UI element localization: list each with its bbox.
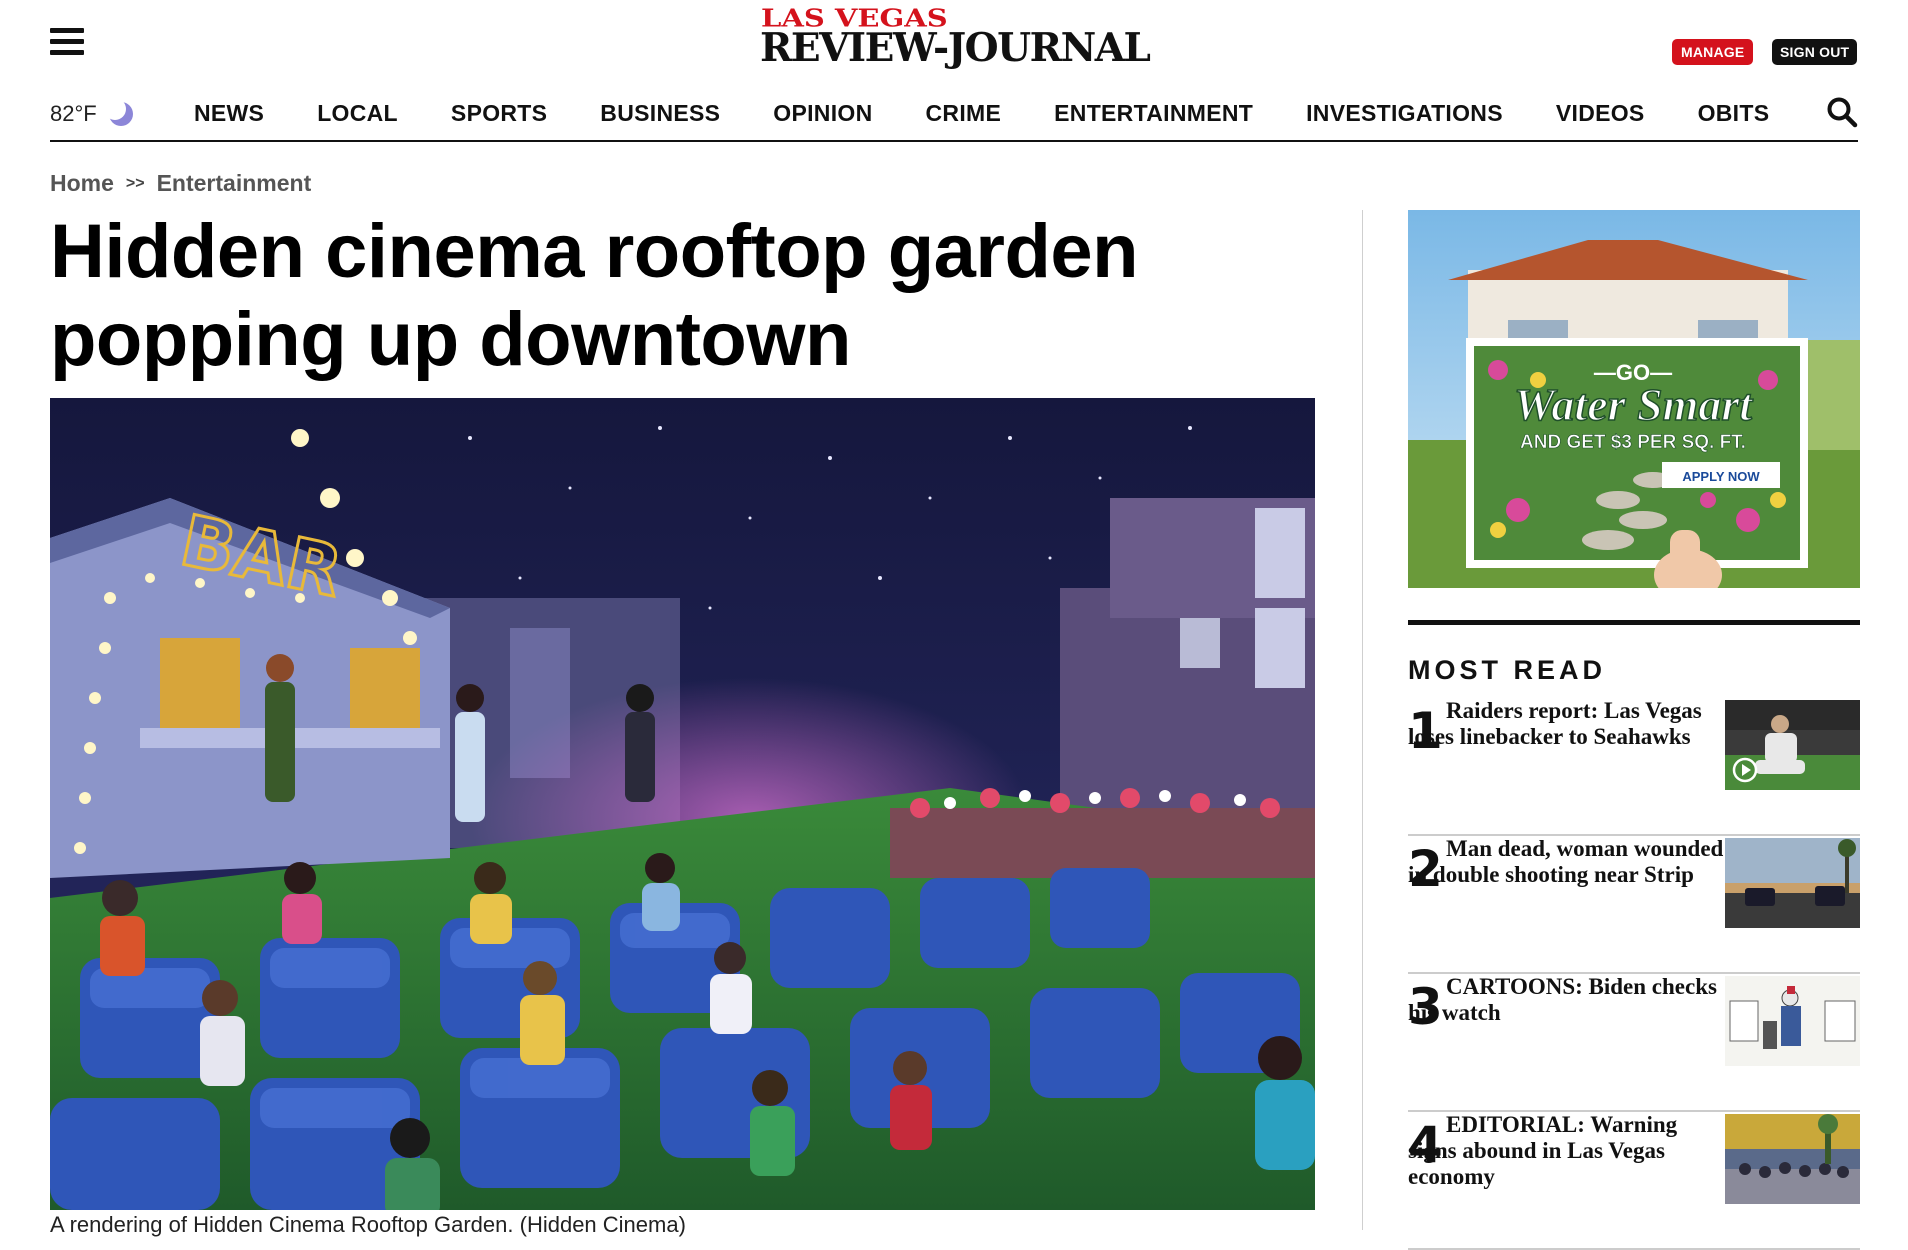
most-read-title: MOST READ xyxy=(1408,655,1606,685)
most-read-headline[interactable]: EDITORIAL: Warning signs abound in Las V… xyxy=(1408,1112,1726,1190)
most-read-headline[interactable]: Man dead, woman wounded in double shooti… xyxy=(1408,836,1726,888)
nav-item-opinion[interactable]: OPINION xyxy=(773,100,872,127)
hamburger-menu-icon[interactable] xyxy=(50,28,84,56)
ad-brand-text: Water Smart xyxy=(1514,379,1753,430)
temperature: 82°F xyxy=(50,101,97,126)
search-icon[interactable] xyxy=(1826,96,1858,128)
breadcrumb: Home >> Entertainment xyxy=(50,170,311,197)
most-read-rule xyxy=(1408,620,1860,625)
breadcrumb-entertainment[interactable]: Entertainment xyxy=(157,170,312,197)
sign-out-button[interactable]: SIGN OUT xyxy=(1772,39,1858,65)
most-read-thumbnail[interactable] xyxy=(1725,838,1860,928)
ad-apply-button[interactable]: APPLY NOW xyxy=(1682,469,1760,484)
advertisement[interactable]: —GO— Water Smart AND GET $3 PER SQ. FT. … xyxy=(1408,210,1860,588)
most-read-thumbnail[interactable] xyxy=(1725,976,1860,1066)
most-read-headline[interactable]: CARTOONS: Biden checks his watch xyxy=(1408,974,1726,1026)
most-read-item[interactable]: 3 CARTOONS: Biden checks his watch xyxy=(1408,974,1860,1112)
nav-item-videos[interactable]: VIDEOS xyxy=(1556,100,1645,127)
most-read-thumbnail[interactable] xyxy=(1725,1114,1860,1204)
nav-items: NEWS LOCAL SPORTS BUSINESS OPINION CRIME… xyxy=(194,100,1822,127)
image-caption: A rendering of Hidden Cinema Rooftop Gar… xyxy=(50,1212,686,1237)
main-nav: 82°F NEWS LOCAL SPORTS BUSINESS OPINION … xyxy=(50,88,1858,142)
column-divider xyxy=(1362,210,1363,1230)
most-read-headline[interactable]: Raiders report: Las Vegas loses lineback… xyxy=(1408,698,1726,750)
nav-item-crime[interactable]: CRIME xyxy=(926,100,1002,127)
most-read-item[interactable]: 1 Raiders report: Las Vegas loses lineba… xyxy=(1408,698,1860,836)
moon-icon xyxy=(103,98,135,128)
article-hero-image[interactable]: BAR xyxy=(50,398,1315,1210)
breadcrumb-home[interactable]: Home xyxy=(50,170,114,197)
nav-item-sports[interactable]: SPORTS xyxy=(451,100,547,127)
nav-item-news[interactable]: NEWS xyxy=(194,100,264,127)
nav-item-business[interactable]: BUSINESS xyxy=(600,100,720,127)
most-read-item[interactable]: 2 Man dead, woman wounded in double shoo… xyxy=(1408,836,1860,974)
article-headline: Hidden cinema rooftop garden popping up … xyxy=(50,209,1139,382)
most-read-item[interactable]: 4 EDITORIAL: Warning signs abound in Las… xyxy=(1408,1112,1860,1250)
manage-button[interactable]: MANAGE xyxy=(1672,39,1754,65)
logo-line-1: LAS VEGAS xyxy=(761,3,948,33)
most-read-list: 1 Raiders report: Las Vegas loses lineba… xyxy=(1408,698,1860,1250)
nav-item-entertainment[interactable]: ENTERTAINMENT xyxy=(1054,100,1253,127)
nav-item-investigations[interactable]: INVESTIGATIONS xyxy=(1306,100,1503,127)
nav-item-local[interactable]: LOCAL xyxy=(317,100,398,127)
ad-offer-text: AND GET $3 PER SQ. FT. xyxy=(1520,432,1746,453)
breadcrumb-separator: >> xyxy=(125,174,145,192)
nav-item-obits[interactable]: OBITS xyxy=(1698,100,1770,127)
most-read-thumbnail[interactable] xyxy=(1725,700,1860,790)
site-logo[interactable]: LAS VEGAS REVIEW-JOURNAL xyxy=(760,6,1155,68)
weather-widget[interactable]: 82°F xyxy=(50,98,135,128)
logo-line-2: REVIEW-JOURNAL xyxy=(760,25,1151,71)
